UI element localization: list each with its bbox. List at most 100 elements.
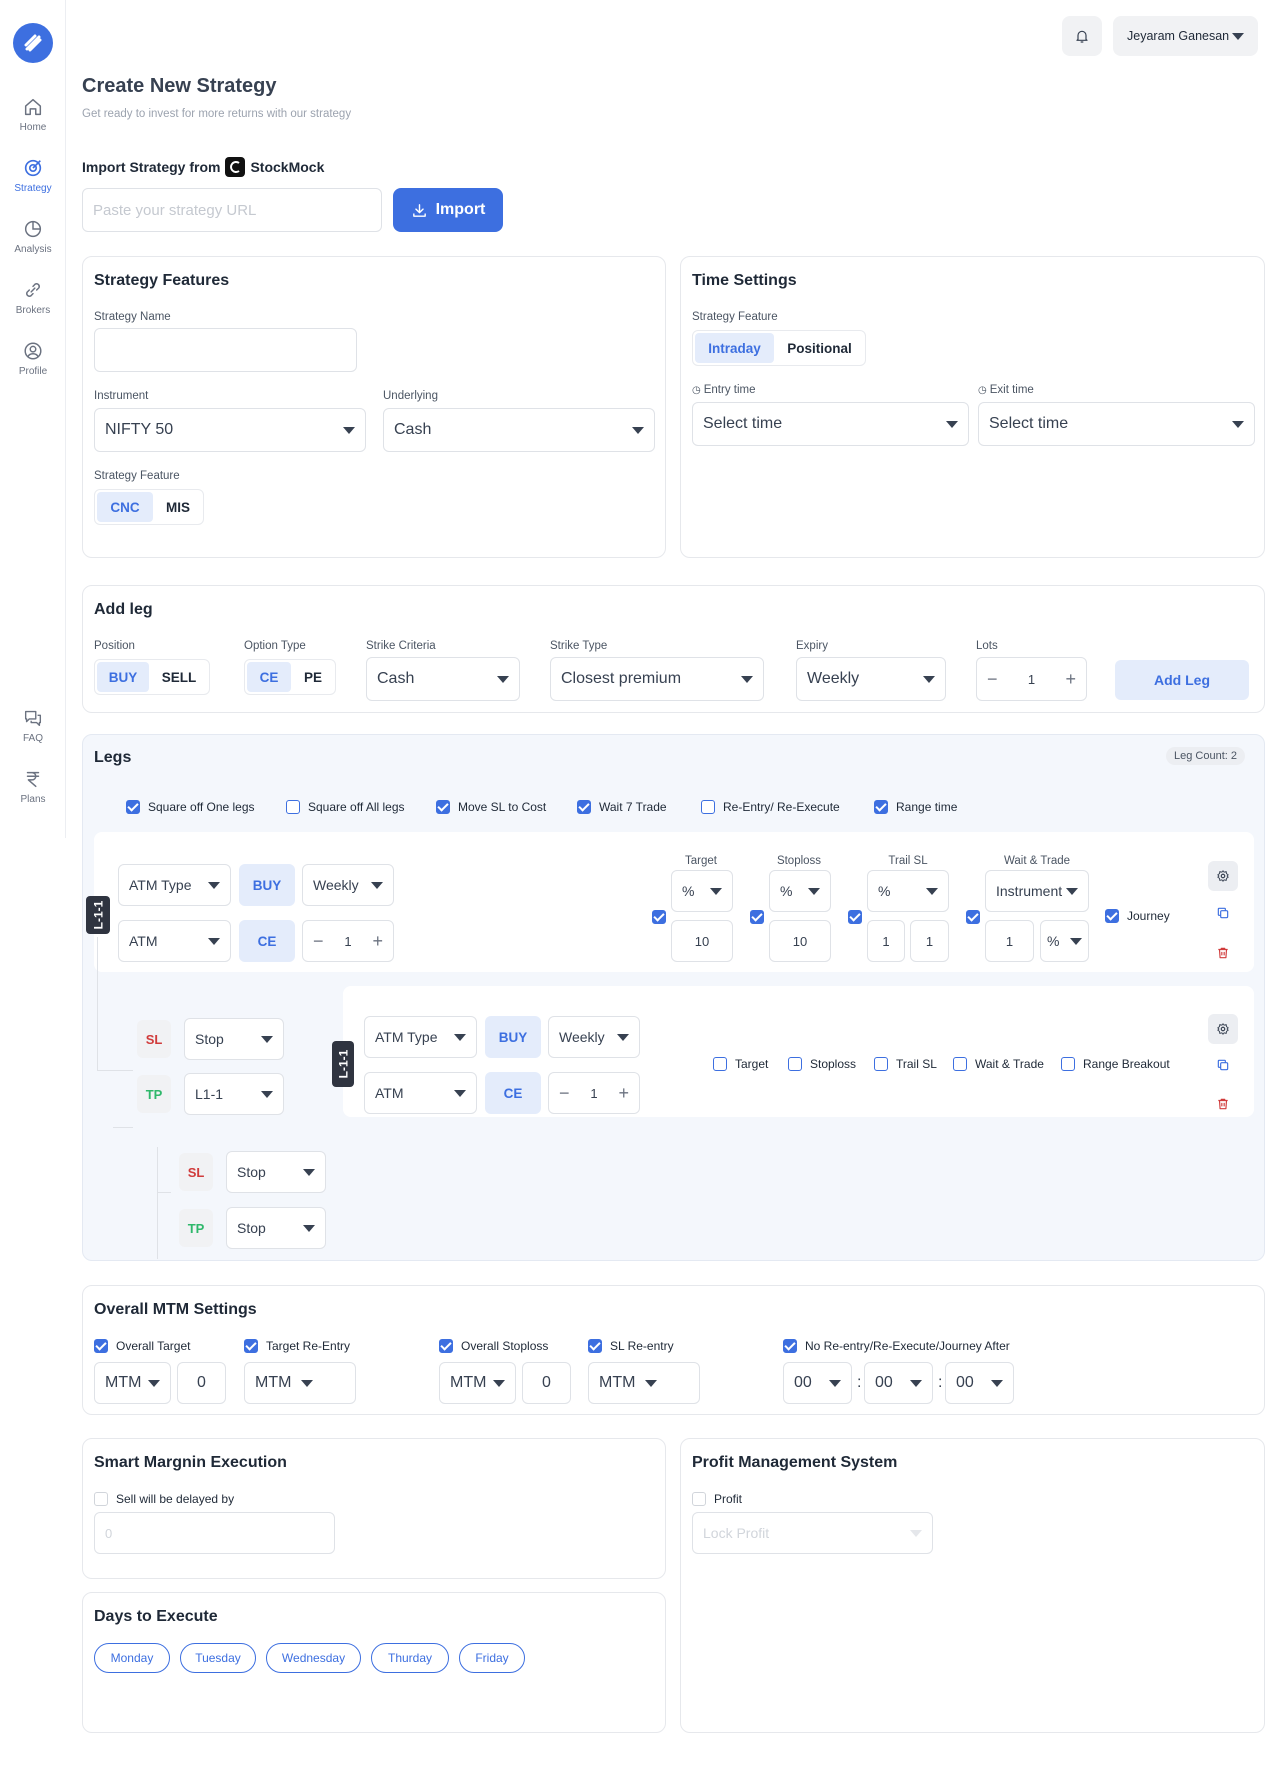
- sell-option[interactable]: SELL: [151, 662, 207, 692]
- positional-option[interactable]: Positional: [776, 333, 863, 363]
- app-logo[interactable]: [13, 23, 53, 63]
- leg1-expiry-select[interactable]: Weekly: [302, 864, 394, 906]
- sl-reentry-checkbox[interactable]: [588, 1339, 602, 1353]
- strike-criteria-select[interactable]: Cash: [366, 657, 520, 701]
- sub2-tp-select[interactable]: Stop: [226, 1207, 326, 1249]
- ce-option[interactable]: CE: [247, 662, 291, 692]
- nav-faq[interactable]: FAQ: [0, 707, 66, 744]
- nav-home[interactable]: Home: [0, 96, 66, 133]
- day-wednesday[interactable]: Wednesday: [266, 1643, 361, 1673]
- leg1-stoploss-checkbox[interactable]: [750, 910, 764, 924]
- overall-stoploss-input[interactable]: 0: [522, 1362, 571, 1404]
- leg1-stoploss-unit-select[interactable]: %: [769, 870, 831, 912]
- leg1-delete-button[interactable]: [1213, 943, 1233, 963]
- minus-icon[interactable]: −: [987, 669, 998, 690]
- expiry-select[interactable]: Weekly: [796, 657, 946, 701]
- overall-target-mtm-select[interactable]: MTM: [94, 1362, 171, 1404]
- nav-brokers[interactable]: Brokers: [0, 279, 66, 316]
- target-reentry-checkbox[interactable]: [244, 1339, 258, 1353]
- sell-delay-input[interactable]: 0: [94, 1512, 335, 1554]
- plus-icon[interactable]: +: [618, 1083, 629, 1104]
- leg1-buy-chip[interactable]: BUY: [239, 864, 295, 906]
- sub-sl-select[interactable]: Stop: [184, 1018, 284, 1060]
- notification-button[interactable]: [1062, 16, 1102, 56]
- import-button[interactable]: Import: [393, 188, 503, 232]
- plus-icon[interactable]: +: [1065, 669, 1076, 690]
- pe-option[interactable]: PE: [293, 662, 333, 692]
- sub-range-checkbox[interactable]: [1061, 1057, 1075, 1071]
- mis-option[interactable]: MIS: [155, 492, 201, 522]
- sub-wait-checkbox[interactable]: [953, 1057, 967, 1071]
- sub-trail-checkbox[interactable]: [874, 1057, 888, 1071]
- overall-stoploss-mtm-select[interactable]: MTM: [439, 1362, 516, 1404]
- sub-ce-chip[interactable]: CE: [485, 1072, 541, 1114]
- day-monday[interactable]: Monday: [94, 1643, 170, 1673]
- day-friday[interactable]: Friday: [459, 1643, 525, 1673]
- leg1-ce-chip[interactable]: CE: [239, 920, 295, 962]
- intraday-option[interactable]: Intraday: [695, 333, 775, 363]
- cnc-option[interactable]: CNC: [97, 492, 153, 522]
- sub-settings-button[interactable]: [1208, 1014, 1238, 1044]
- leg1-target-checkbox[interactable]: [652, 910, 666, 924]
- leg1-target-unit-select[interactable]: %: [671, 870, 733, 912]
- minus-icon[interactable]: −: [559, 1083, 570, 1104]
- leg1-trail-input-1[interactable]: 1: [867, 920, 905, 962]
- user-menu[interactable]: Jeyaram Ganesan: [1113, 16, 1258, 56]
- wait-trade-checkbox[interactable]: [577, 800, 591, 814]
- strategy-name-input[interactable]: [94, 328, 357, 372]
- nav-analysis[interactable]: Analysis: [0, 218, 66, 255]
- leg1-atm-type-select[interactable]: ATM Type: [118, 864, 231, 906]
- leg1-target-input[interactable]: 10: [671, 920, 733, 962]
- plus-icon[interactable]: +: [372, 931, 383, 952]
- hour-select[interactable]: 00: [783, 1362, 852, 1404]
- overall-target-input[interactable]: 0: [177, 1362, 226, 1404]
- sub-stoploss-checkbox[interactable]: [788, 1057, 802, 1071]
- leg1-wait-unit2-select[interactable]: %: [1040, 920, 1089, 962]
- re-entry-checkbox[interactable]: [701, 800, 715, 814]
- nav-profile[interactable]: Profile: [0, 340, 66, 377]
- strategy-url-input[interactable]: Paste your strategy URL: [82, 188, 382, 232]
- sub-expiry-select[interactable]: Weekly: [548, 1016, 640, 1058]
- overall-stoploss-checkbox[interactable]: [439, 1339, 453, 1353]
- move-sl-to-cost-checkbox[interactable]: [436, 800, 450, 814]
- lock-profit-select[interactable]: Lock Profit: [692, 1512, 933, 1554]
- journey-checkbox[interactable]: [1105, 909, 1119, 923]
- leg1-trail-unit-select[interactable]: %: [867, 870, 949, 912]
- day-tuesday[interactable]: Tuesday: [180, 1643, 256, 1673]
- leg1-atm-select[interactable]: ATM: [118, 920, 231, 962]
- buy-option[interactable]: BUY: [97, 662, 149, 692]
- leg1-qty-stepper[interactable]: − 1 +: [302, 920, 394, 962]
- sub-target-checkbox[interactable]: [713, 1057, 727, 1071]
- sub-buy-chip[interactable]: BUY: [485, 1016, 541, 1058]
- sl-reentry-select[interactable]: MTM: [588, 1362, 700, 1404]
- sub-atm-select[interactable]: ATM: [364, 1072, 477, 1114]
- sub-qty-stepper[interactable]: − 1 +: [548, 1072, 640, 1114]
- minus-icon[interactable]: −: [313, 931, 324, 952]
- leg1-trail-checkbox[interactable]: [848, 910, 862, 924]
- underlying-select[interactable]: Cash: [383, 408, 655, 452]
- minute-select[interactable]: 00: [864, 1362, 933, 1404]
- add-leg-button[interactable]: Add Leg: [1115, 660, 1249, 700]
- strike-type-select[interactable]: Closest premium: [550, 657, 764, 701]
- leg1-stoploss-input[interactable]: 10: [769, 920, 831, 962]
- no-reentry-checkbox[interactable]: [783, 1339, 797, 1353]
- sub-tp-select[interactable]: L1-1: [184, 1073, 284, 1115]
- leg1-copy-button[interactable]: [1213, 903, 1233, 923]
- leg1-trail-input-2[interactable]: 1: [910, 920, 949, 962]
- profit-checkbox[interactable]: [692, 1492, 706, 1506]
- entry-time-select[interactable]: Select time: [692, 402, 969, 446]
- range-time-checkbox[interactable]: [874, 800, 888, 814]
- leg1-wait-unit-select[interactable]: Instrument: [985, 870, 1089, 912]
- exit-time-select[interactable]: Select time: [978, 402, 1255, 446]
- nav-plans[interactable]: Plans: [0, 768, 66, 805]
- sell-delay-checkbox[interactable]: [94, 1492, 108, 1506]
- instrument-select[interactable]: NIFTY 50: [94, 408, 366, 452]
- day-thursday[interactable]: Thurday: [371, 1643, 449, 1673]
- sub2-sl-select[interactable]: Stop: [226, 1151, 326, 1193]
- sub-atm-type-select[interactable]: ATM Type: [364, 1016, 477, 1058]
- nav-strategy[interactable]: Strategy: [0, 157, 66, 194]
- square-off-one-checkbox[interactable]: [126, 800, 140, 814]
- target-reentry-select[interactable]: MTM: [244, 1362, 356, 1404]
- leg1-settings-button[interactable]: [1208, 861, 1238, 891]
- leg1-wait-checkbox[interactable]: [966, 910, 980, 924]
